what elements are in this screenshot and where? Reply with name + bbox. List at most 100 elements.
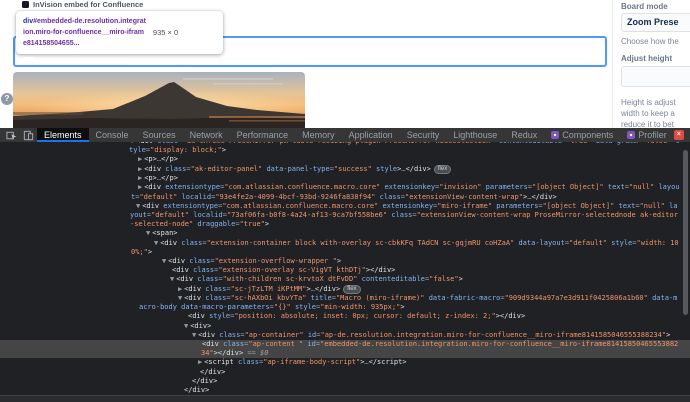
tree-row[interactable]: ▶ <p>…</p> [0,174,690,183]
device-toolbar-icon[interactable] [23,130,34,141]
attribute-value: "ua-chrome ProseMirror pm-table-resizing… [183,142,495,145]
tag-token: </div> [405,164,431,173]
tag-token: <div [136,142,153,145]
expand-arrow-icon[interactable]: ▶ [198,358,202,366]
tab-label: Components [562,130,614,140]
tag-token: <div [184,284,202,293]
tag-token: </div> [314,284,341,293]
attribute-name: class [201,294,227,303]
tree-row[interactable]: ▶ <script class="ap-iframe-body-script">…… [0,358,690,367]
tree-row[interactable]: ▼<div class="ua-chrome ProseMirror pm-ta… [0,142,690,155]
attribute-name: style [290,303,317,312]
tree-row[interactable]: ▶ <div class="sc-jTzLTM iKPtMM">…</div> fl… [0,285,690,295]
attribute-name: style [204,312,231,321]
expand-arrow-icon[interactable]: ▼ [136,202,140,210]
board-mode-select[interactable]: Zoom Prese [621,13,690,32]
tree-row[interactable]: ▼ <div extensiontype="com.atlassian.confl… [0,202,690,230]
tab-lighthouse[interactable]: Lighthouse [446,128,504,142]
tab-label: Lighthouse [453,130,498,140]
expand-arrow-icon[interactable]: ▶ [138,155,142,163]
tree-row[interactable]: ▶ <div class="ak-editor-panel" data-panel… [0,165,690,175]
expand-arrow-icon[interactable]: ▶ [178,285,182,293]
devtools-tabs: Elements Console Sources Network Performance… [37,128,674,142]
tag-token: <div [144,183,162,192]
devtools-tabbar: Elements Console Sources Network Performance… [0,128,690,142]
tree-row[interactable]: <div class="extension-overlay sc-VigVT k… [0,266,690,275]
expand-arrow-icon[interactable]: ▶ [138,165,142,173]
tab-label: Redux [511,130,538,140]
tab-security[interactable]: Security [400,128,447,142]
attribute-name: class [153,142,178,145]
attribute-name: draggable [193,220,236,229]
tab-performance[interactable]: Performance [230,128,296,142]
adjust-height-input[interactable] [621,66,690,87]
vertical-scrollbar[interactable] [683,150,688,315]
expand-arrow-icon[interactable]: ▼ [130,142,134,145]
screenshot-root: InVision embed for Confluence div#embedd… [0,0,690,402]
attribute-value: "com.atlassian.confluence.macro.core" [222,201,379,210]
attribute-name: extensionkey [378,201,434,210]
tree-row[interactable]: ▶ <p>…</p> [0,155,690,164]
tree-row[interactable]: ▼ <div class="ap-container" id="ap-de.res… [0,331,690,340]
inspect-icon[interactable] [6,130,17,141]
expand-arrow-icon[interactable]: ▼ [178,294,182,302]
tag-token: <div [198,330,216,339]
tree-row[interactable]: ▼ <div class="with-children sc-krvtoX dtF… [0,275,690,284]
tree-row[interactable]: </div> [0,368,690,377]
tag-token: <div [176,275,194,284]
expand-arrow-icon[interactable]: ▼ [184,322,188,330]
attribute-value: "ap-container" [244,330,304,339]
attribute-name: title [306,294,332,303]
attribute-value: "with-children sc-krvtoX dtFvDD" [222,275,358,284]
expand-arrow-icon[interactable]: ▼ [170,275,174,283]
expand-arrow-icon[interactable]: ▶ [138,183,142,191]
tag-token: <script [204,358,234,367]
error-badge-icon[interactable]: × [673,130,684,140]
tree-row[interactable]: ▶ <div extensiontype="com.atlassian.confl… [0,183,690,201]
tree-row[interactable]: <div style="position: absolute; inset: 0… [0,312,690,321]
tab-components[interactable]: Components [544,128,620,142]
tag-token: > [400,303,405,312]
tree-row[interactable]: ▼ <div class="sc-hAXbOi kbvYTa" title="Ma… [0,294,690,312]
tab-profiler[interactable]: Profiler [620,128,674,142]
attribute-value: "miro-iframe" [437,201,493,210]
tab-application[interactable]: Application [342,128,400,142]
attribute-value: "null" [628,183,655,192]
tag-token: <div [172,266,189,275]
attribute-name: id [303,340,316,349]
expand-arrow-icon[interactable]: ▼ [154,239,158,247]
expand-arrow-icon[interactable]: ▼ [162,257,166,265]
tab-elements[interactable]: Elements [37,128,89,142]
tag-token: <div [188,312,205,321]
attribute-name: class [161,164,187,173]
attribute-value: "extension-overflow-wrapper " [214,256,337,265]
tree-row[interactable]: ▼ <span> [0,229,690,238]
attribute-value: "sc-jTzLTM iKPtMM" [230,284,307,293]
attribute-value: "display: block;" [150,146,222,155]
tree-row[interactable]: ▼ <div> [0,322,690,331]
tag-token: <div> [190,321,212,330]
tab-memory[interactable]: Memory [295,128,342,142]
help-button[interactable]: ? [1,93,13,105]
attribute-name: class [177,238,203,247]
attribute-value: "com.atlassian.confluence.macro.core" [224,183,381,192]
tree-row[interactable]: </div> [0,377,690,386]
attribute-name: class [215,330,241,339]
tree-row[interactable]: </div> [0,386,690,395]
tree-row[interactable]: ▼ <div class="extension-container block w… [0,239,690,257]
flex-badge: flex [433,165,452,175]
tab-console[interactable]: Console [89,128,136,142]
expand-arrow-icon[interactable]: ▼ [192,331,196,339]
tab-sources[interactable]: Sources [136,128,183,142]
tag-token: </div> [192,376,218,385]
expand-arrow-icon[interactable]: ▼ [146,229,150,237]
attribute-name: data-layout [514,238,565,247]
attribute-value: "{}" [273,303,291,312]
attribute-name: extensiontype [159,201,219,210]
tree-row-selected[interactable]: <div class="ap-content " id="embedded-de… [0,340,690,359]
tab-redux[interactable]: Redux [504,128,544,142]
tab-network[interactable]: Network [183,128,230,142]
expand-arrow-icon[interactable]: ▶ [138,174,142,182]
tree-row[interactable]: ▼ <div class="extension-overflow-wrapper … [0,257,690,266]
tag-token: </div> [200,367,226,376]
